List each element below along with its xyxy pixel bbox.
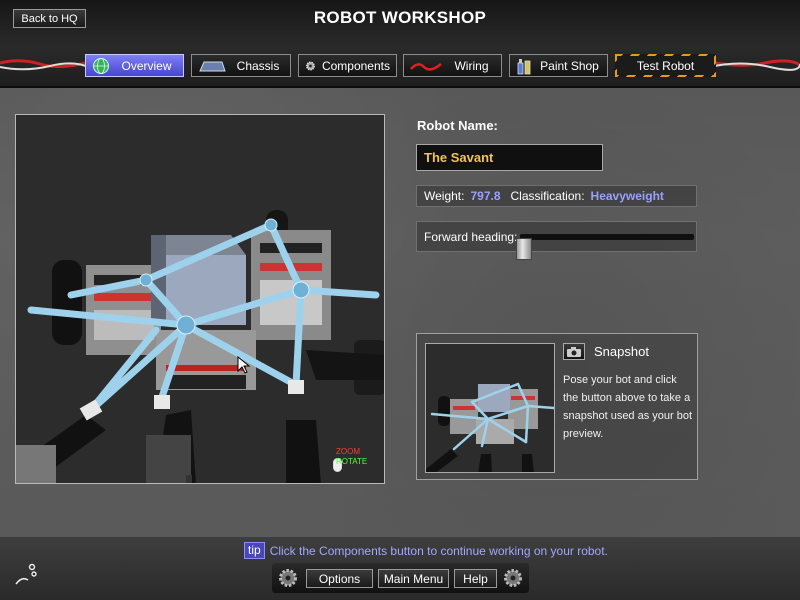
- gear-icon: [504, 569, 522, 587]
- forward-heading-label: Forward heading:: [424, 229, 518, 244]
- robot-name-field[interactable]: The Savant: [416, 144, 603, 171]
- forward-heading-row: Forward heading:: [416, 221, 697, 260]
- snapshot-description: Pose your bot and click the button above…: [563, 374, 693, 440]
- tip-tag: tip: [244, 542, 265, 559]
- wire-icon: [410, 62, 442, 71]
- help-button[interactable]: Help: [454, 569, 497, 588]
- robot-name-label: Robot Name:: [417, 118, 498, 133]
- weight-value: 797.8: [470, 189, 501, 203]
- classification-value: Heavyweight: [590, 189, 664, 203]
- tab-wiring[interactable]: Wiring: [403, 54, 502, 77]
- zoom-hint: ZOOM: [336, 447, 360, 456]
- gear-icon: [279, 569, 297, 587]
- logo-icon: [15, 563, 37, 585]
- tab-label: Overview: [121, 58, 172, 73]
- robot-stats: Weight: 797.8 Classification: Heavyweigh…: [416, 185, 697, 207]
- page-title: ROBOT WORKSHOP: [313, 8, 487, 27]
- tip-text: Click the Components button to continue …: [269, 543, 608, 558]
- snapshot-title: Snapshot: [594, 344, 649, 359]
- rotate-hint: ROTATE: [336, 457, 368, 466]
- slider-thumb[interactable]: [516, 238, 533, 260]
- robot-3d-viewport[interactable]: ZOOM ROTATE: [15, 114, 385, 484]
- tab-label: Wiring: [454, 58, 489, 73]
- globe-icon: [93, 57, 109, 74]
- weight-label: Weight:: [424, 189, 465, 203]
- snapshot-panel: Snapshot Pose your bot and click the but…: [416, 333, 698, 480]
- tab-test-robot[interactable]: Test Robot: [615, 54, 716, 77]
- main-menu-button[interactable]: Main Menu: [378, 569, 449, 588]
- tab-overview[interactable]: Overview: [85, 54, 184, 77]
- paint-icon: [517, 58, 531, 74]
- tip-bar: tip Click the Components button to conti…: [244, 542, 608, 559]
- snapshot-preview: [425, 343, 555, 473]
- snapshot-button[interactable]: [563, 343, 585, 360]
- bottom-button-bar: Options Main Menu Help: [272, 563, 529, 593]
- robot-model-render: [16, 115, 384, 483]
- chassis-icon: [199, 61, 226, 71]
- cursor-icon: [237, 356, 251, 374]
- options-button[interactable]: Options: [306, 569, 373, 588]
- tab-label: Components: [321, 58, 390, 73]
- tab-paint-shop[interactable]: Paint Shop: [509, 54, 608, 77]
- tab-chassis[interactable]: Chassis: [191, 54, 291, 77]
- classification-label: Classification:: [510, 189, 585, 203]
- gear-icon: [306, 61, 315, 70]
- robot-preview-image: [426, 344, 554, 472]
- tab-label: Test Robot: [636, 58, 695, 73]
- tab-label: Chassis: [236, 58, 280, 73]
- tab-bar: Overview Chassis Components Wiring Paint…: [0, 54, 800, 78]
- tab-label: Paint Shop: [540, 58, 599, 73]
- forward-heading-slider[interactable]: [516, 234, 694, 260]
- camera-controls-hint: ZOOM ROTATE: [336, 447, 367, 467]
- camera-icon: [567, 346, 581, 357]
- tab-components[interactable]: Components: [298, 54, 397, 77]
